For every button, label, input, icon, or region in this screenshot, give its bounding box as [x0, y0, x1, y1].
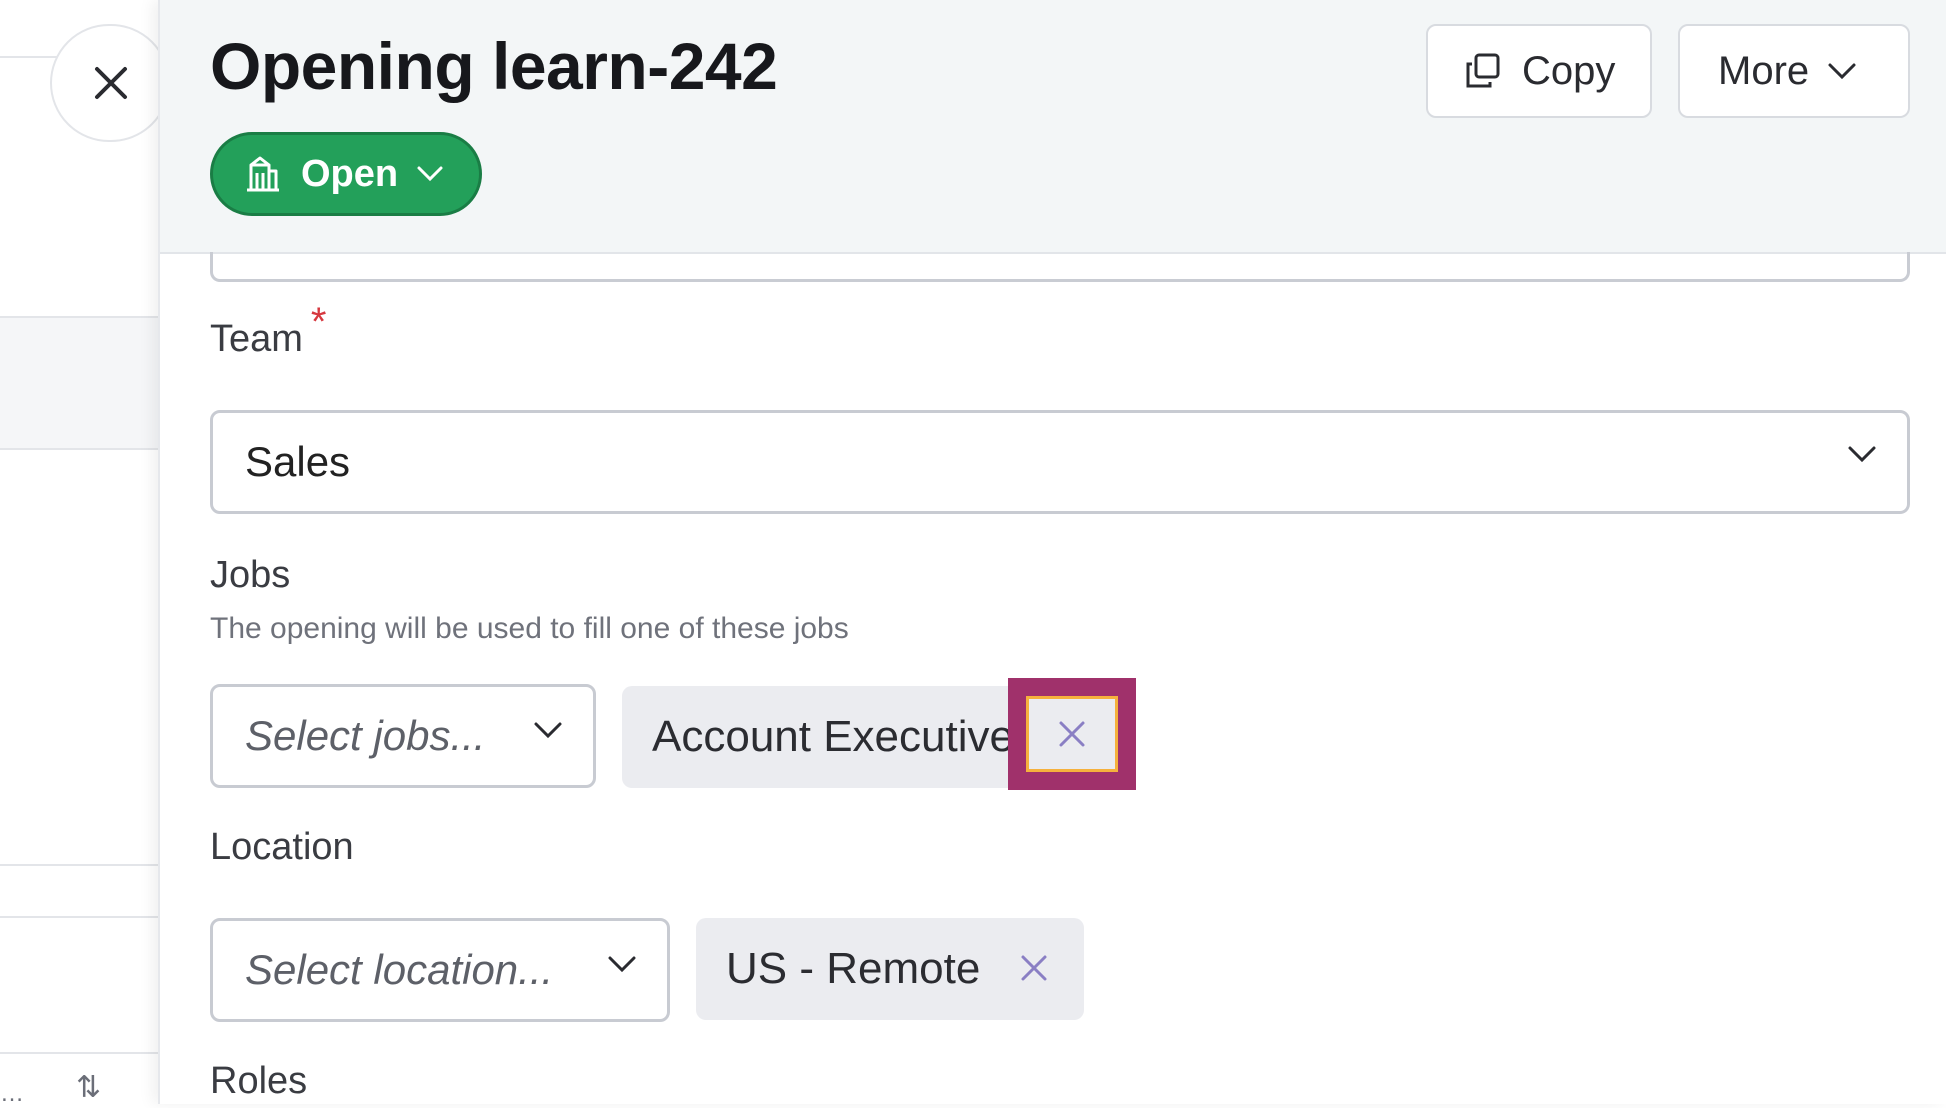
remove-job-button[interactable]	[1026, 696, 1118, 772]
copy-icon	[1466, 53, 1500, 88]
building-icon	[247, 156, 279, 192]
chevron-down-icon	[417, 166, 443, 182]
close-icon	[95, 67, 127, 99]
team-select[interactable]: Sales	[210, 410, 1910, 514]
required-asterisk: *	[310, 300, 327, 344]
status-label: Open	[301, 152, 399, 195]
divider	[0, 316, 160, 318]
background-list: … ⇅	[0, 0, 160, 1107]
location-chip-label: US - Remote	[726, 944, 981, 993]
copy-label: Copy	[1522, 48, 1616, 93]
sort-icon[interactable]: ⇅	[76, 1072, 116, 1104]
jobs-placeholder: Select jobs...	[245, 712, 486, 759]
divider	[0, 864, 160, 866]
jobs-select[interactable]: Select jobs...	[210, 684, 596, 788]
team-value: Sales	[245, 438, 351, 485]
more-label: More	[1718, 48, 1810, 93]
status-dropdown-button[interactable]: Open	[210, 132, 482, 216]
page-title: Opening learn-242	[210, 29, 778, 103]
more-button[interactable]: More	[1678, 24, 1910, 118]
team-label: Team *	[210, 300, 327, 361]
location-select[interactable]: Select location...	[210, 918, 670, 1022]
previous-field-input[interactable]	[210, 252, 1910, 282]
divider	[0, 1052, 160, 1054]
job-chip-label: Account Executive	[652, 712, 1014, 761]
chevron-down-icon	[1848, 446, 1876, 463]
location-chip: US - Remote	[696, 918, 1084, 1020]
roles-label: Roles	[210, 1060, 308, 1102]
jobs-help-text: The opening will be used to fill one of …	[210, 612, 849, 645]
team-label-text: Team	[210, 318, 303, 360]
remove-location-button[interactable]	[1014, 948, 1054, 988]
location-label: Location	[210, 826, 354, 868]
panel-header: Opening learn-242 Open Copy More	[160, 0, 1946, 254]
jobs-label: Jobs	[210, 554, 291, 596]
list-row-selected	[0, 318, 160, 448]
divider	[0, 448, 160, 450]
opening-panel: Opening learn-242 Open Copy More Team * …	[158, 0, 1946, 1104]
job-chip: Account Executive	[622, 686, 1030, 788]
divider	[0, 916, 160, 918]
close-icon	[1059, 721, 1085, 747]
location-placeholder: Select location...	[245, 946, 554, 993]
chevron-down-icon	[534, 722, 562, 739]
close-icon	[1021, 955, 1047, 981]
chevron-down-icon	[1828, 63, 1856, 80]
close-panel-button[interactable]	[50, 24, 170, 142]
copy-button[interactable]: Copy	[1426, 24, 1652, 118]
chevron-down-icon	[608, 956, 636, 973]
